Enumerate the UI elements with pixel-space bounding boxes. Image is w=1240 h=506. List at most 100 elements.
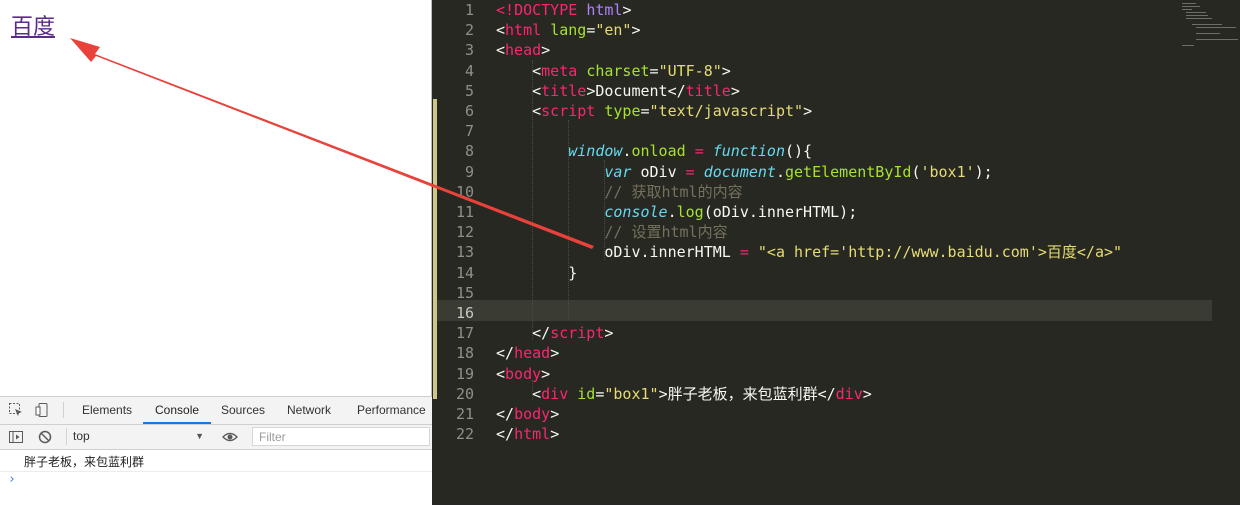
code-text: </html>: [496, 425, 560, 444]
minimap-line: [1186, 18, 1212, 19]
context-selector[interactable]: top ▼: [66, 428, 206, 445]
minimap-line: [1186, 12, 1206, 13]
line-number: 6: [464, 102, 474, 120]
code-line[interactable]: 1 <!DOCTYPE html>: [432, 0, 1212, 20]
minimap-line: [1196, 27, 1236, 28]
toolbar-divider: [63, 402, 64, 418]
tab-network[interactable]: Network: [287, 397, 331, 424]
code-line[interactable]: 18 </head>: [432, 343, 1212, 363]
code-text: <html lang="en">: [496, 21, 641, 40]
line-number: 14: [455, 263, 474, 282]
context-value: top: [73, 429, 90, 443]
line-number: 8: [464, 142, 474, 161]
device-toolbar-icon[interactable]: [35, 402, 51, 418]
console-log-entry: 胖子老板，来包蓝利群: [0, 452, 432, 472]
code-line[interactable]: 19 <body>: [432, 364, 1212, 384]
code-line[interactable]: 12 // 设置html内容: [432, 222, 1212, 242]
devtools-panel: Elements Console Sources Network Perform…: [0, 396, 432, 506]
code-line[interactable]: 6 <script type="text/javascript">: [432, 101, 1212, 121]
code-text: <script type="text/javascript">: [496, 102, 813, 120]
code-text: // 设置html内容: [604, 223, 728, 242]
code-text: window.onload = function(){: [568, 142, 813, 161]
tab-sources[interactable]: Sources: [221, 397, 265, 424]
line-number: 3: [464, 41, 474, 60]
line-number: 19: [455, 364, 474, 383]
code-text: <div id="box1">胖子老板，来包蓝利群</div>: [496, 384, 872, 403]
code-line[interactable]: 13 oDiv.innerHTML = "<a href='http://www…: [432, 242, 1212, 262]
console-prompt-icon[interactable]: ›: [8, 472, 16, 487]
line-number: 21: [455, 405, 474, 423]
line-number: 10: [455, 182, 474, 201]
code-text: <body>: [496, 364, 551, 383]
code-line[interactable]: 17 </script>: [432, 323, 1212, 343]
line-number: 15: [455, 283, 474, 302]
code-line[interactable]: 14 }: [432, 263, 1212, 283]
code-text: var oDiv = document.getElementById('box1…: [604, 162, 993, 181]
code-text: oDiv.innerHTML = "<a href='http://www.ba…: [496, 243, 1123, 262]
code-line[interactable]: 16: [432, 303, 1212, 323]
console-log-text: 胖子老板，来包蓝利群: [24, 455, 145, 469]
eye-icon[interactable]: [222, 429, 238, 445]
baidu-link[interactable]: 百度: [11, 14, 55, 42]
code-line[interactable]: 4 <meta charset="UTF-8">: [432, 61, 1212, 81]
line-number: 20: [455, 384, 474, 403]
code-text: </script>: [496, 324, 614, 343]
browser-viewport: 百度 Elements Console Sources Network Perf…: [0, 0, 432, 506]
code-line[interactable]: 21 </body>: [432, 404, 1212, 424]
dropdown-arrow-icon: ▼: [195, 431, 204, 441]
minimap-line: [1182, 3, 1196, 4]
code-text: }: [496, 263, 578, 282]
code-text: <title>Document</title>: [496, 81, 740, 100]
show-sidebar-icon[interactable]: [8, 429, 24, 445]
code-text: console.log(oDiv.innerHTML);: [604, 203, 858, 221]
line-number: 2: [464, 21, 474, 40]
code-text: </body>: [496, 405, 560, 423]
line-number: 13: [455, 243, 474, 262]
minimap-line: [1192, 24, 1222, 25]
minimap-line: [1182, 9, 1192, 10]
code-line[interactable]: 2 <html lang="en">: [432, 20, 1212, 40]
code-text: <meta charset="UTF-8">: [496, 61, 731, 80]
code-line[interactable]: 9 var oDiv = document.getElementById('bo…: [432, 162, 1212, 182]
code-text: <!DOCTYPE html>: [496, 1, 632, 19]
console-output: 胖子老板，来包蓝利群 ›: [0, 450, 432, 506]
code-line[interactable]: 20 <div id="box1">胖子老板，来包蓝利群</div>: [432, 384, 1212, 404]
line-number: 17: [455, 324, 474, 343]
line-number: 9: [464, 162, 474, 181]
line-number: 18: [455, 344, 474, 363]
code-editor[interactable]: 1 <!DOCTYPE html> 2 <html lang="en"> 3 <head>…: [432, 0, 1240, 505]
code-line[interactable]: 5 <title>Document</title>: [432, 81, 1212, 101]
line-number: 5: [464, 81, 474, 100]
code-line[interactable]: 7: [432, 121, 1212, 141]
line-number: 11: [455, 203, 474, 221]
minimap-line: [1182, 6, 1200, 7]
minimap-line: [1196, 39, 1238, 40]
code-line[interactable]: 15: [432, 283, 1212, 303]
filter-input[interactable]: [252, 427, 430, 446]
inspect-element-icon[interactable]: [8, 402, 24, 418]
tab-elements[interactable]: Elements: [82, 397, 132, 424]
line-number: 7: [464, 122, 474, 141]
line-number: 12: [455, 223, 474, 242]
code-line[interactable]: 22 </html>: [432, 424, 1212, 444]
code-text: // 获取html的内容: [604, 182, 743, 201]
code-text: </head>: [496, 344, 560, 363]
tab-console[interactable]: Console: [143, 397, 212, 424]
line-number: 16: [455, 304, 474, 322]
code-line[interactable]: 11 console.log(oDiv.innerHTML);: [432, 202, 1212, 222]
minimap[interactable]: [1174, 0, 1240, 50]
minimap-line: [1182, 45, 1194, 46]
devtools-tabbar: Elements Console Sources Network Perform…: [0, 397, 432, 425]
console-toolbar: top ▼: [0, 425, 432, 450]
code-line[interactable]: 8 window.onload = function(){: [432, 141, 1212, 161]
tab-performance[interactable]: Performance: [357, 397, 426, 424]
line-number: 22: [455, 425, 474, 444]
line-number: 1: [464, 1, 474, 19]
clear-console-icon[interactable]: [37, 429, 53, 445]
minimap-line: [1196, 33, 1220, 34]
code-line[interactable]: 10 // 获取html的内容: [432, 182, 1212, 202]
minimap-line: [1186, 15, 1208, 16]
code-text: <head>: [496, 41, 551, 60]
line-number: 4: [464, 61, 474, 80]
code-line[interactable]: 3 <head>: [432, 40, 1212, 60]
